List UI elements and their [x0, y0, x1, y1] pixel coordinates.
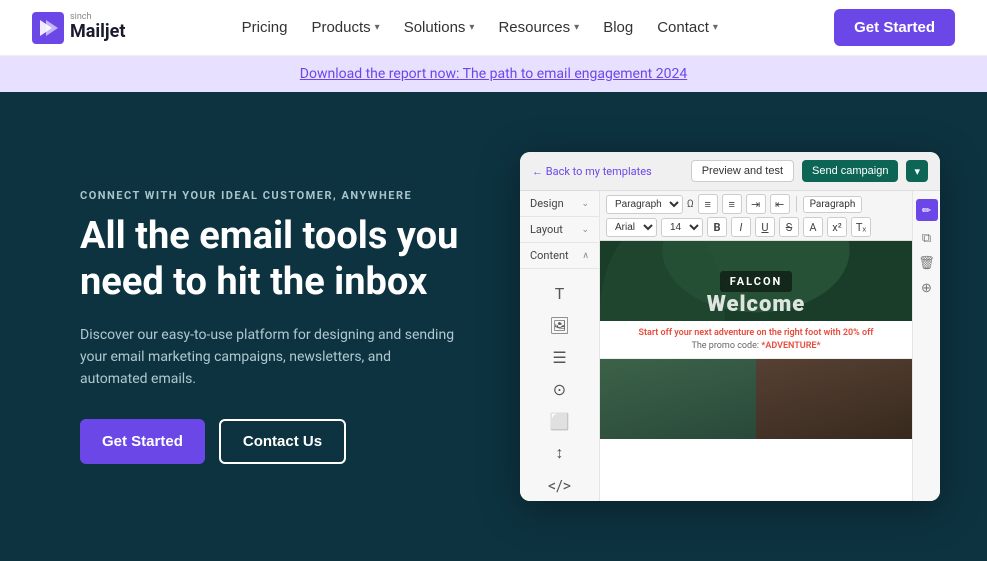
nav-products[interactable]: Products ▾: [311, 19, 379, 36]
topbar-actions: Preview and test Send campaign ▾: [691, 160, 928, 182]
preview-test-button[interactable]: Preview and test: [691, 160, 794, 182]
back-to-templates-link[interactable]: ← Back to my templates: [532, 165, 652, 178]
sidebar-tool-icons: T 🖼 ☰ ⊙ ⬜ ↕ </>: [520, 269, 599, 501]
hero-title: All the email tools you need to hit the …: [80, 214, 460, 305]
solutions-chevron-icon: ▾: [469, 22, 474, 33]
nav-get-started-button[interactable]: Get Started: [834, 9, 955, 46]
editor-body: Design ⌄ Layout ⌄ Content ∧ T 🖼 ☰: [520, 191, 940, 501]
resize-icon[interactable]: ↕: [544, 437, 576, 469]
editor-preview: ← Back to my templates Preview and test …: [520, 152, 940, 501]
logo-mailjet: Mailjet: [70, 22, 125, 42]
image-tool-icon[interactable]: ⬜: [544, 405, 576, 437]
toolbar-row1: Paragraph Ω ≡ ≡ ⇥ ⇤ Paragraph: [606, 194, 906, 214]
hero-content: Connect with your ideal customer, anywhe…: [80, 189, 460, 463]
paragraph-select-1[interactable]: Paragraph: [606, 195, 683, 214]
image-placeholder-icon[interactable]: 🖼: [544, 309, 576, 341]
subscript-button[interactable]: Tₓ: [851, 217, 871, 237]
canvas-content: FALCON Welcome Start off your next adven…: [600, 241, 912, 439]
logo-text-group: sinch Mailjet: [70, 13, 125, 42]
superscript-button[interactable]: x²: [827, 217, 847, 237]
nav-contact[interactable]: Contact ▾: [657, 19, 718, 36]
sidebar-layout[interactable]: Layout ⌄: [520, 217, 599, 243]
mailjet-logo-icon: [32, 12, 64, 44]
products-chevron-icon: ▾: [375, 22, 380, 33]
font-size-select[interactable]: 14: [661, 218, 703, 237]
sidebar-design[interactable]: Design ⌄: [520, 191, 599, 217]
hero-get-started-button[interactable]: Get Started: [80, 419, 205, 464]
logo[interactable]: sinch Mailjet: [32, 12, 125, 44]
underline-button[interactable]: U: [755, 217, 775, 237]
canvas-promo-text: Start off your next adventure on the rig…: [600, 321, 912, 359]
bold-button[interactable]: B: [707, 217, 727, 237]
video-icon[interactable]: ⊙: [544, 373, 576, 405]
format-icon: Ω: [687, 199, 694, 210]
banner-link[interactable]: Download the report now: The path to ema…: [300, 66, 687, 82]
welcome-heading: Welcome: [707, 292, 806, 317]
navbar: sinch Mailjet Pricing Products ▾ Solutio…: [0, 0, 987, 56]
announcement-banner: Download the report now: The path to ema…: [0, 56, 987, 92]
hero-description: Discover our easy-to-use platform for de…: [80, 324, 460, 391]
editor-canvas: Paragraph Ω ≡ ≡ ⇥ ⇤ Paragraph: [600, 191, 912, 501]
canvas-thumb-1: [600, 359, 756, 439]
sidebar-content[interactable]: Content ∧: [520, 243, 599, 269]
editor-right-strip: ✏ ⧉ 🗑 ⊕: [912, 191, 940, 501]
outdent-button[interactable]: ⇤: [770, 194, 790, 214]
indent-button[interactable]: ⇥: [746, 194, 766, 214]
nav-solutions[interactable]: Solutions ▾: [404, 19, 475, 36]
hero-eyebrow: Connect with your ideal customer, anywhe…: [80, 189, 460, 202]
send-campaign-button[interactable]: Send campaign: [802, 160, 898, 182]
delete-icon[interactable]: 🗑: [918, 256, 935, 271]
layout-block-icon[interactable]: ☰: [544, 341, 576, 373]
editor-topbar: ← Back to my templates Preview and test …: [520, 152, 940, 191]
edit-button[interactable]: ✏: [916, 199, 938, 221]
italic-button[interactable]: I: [731, 217, 751, 237]
promo-code: *ADVENTURE*: [761, 341, 820, 351]
code-icon[interactable]: </>: [544, 469, 576, 501]
canvas-thumb-2: [756, 359, 912, 439]
text-color-button[interactable]: A: [803, 217, 823, 237]
paragraph-label-2[interactable]: Paragraph: [803, 196, 863, 213]
ordered-list-button[interactable]: ≡: [698, 194, 718, 214]
design-chevron-icon: ⌄: [581, 199, 589, 209]
font-select[interactable]: Arial: [606, 218, 657, 237]
hero-contact-us-button[interactable]: Contact Us: [219, 419, 346, 464]
resources-chevron-icon: ▾: [574, 22, 579, 33]
contact-chevron-icon: ▾: [713, 22, 718, 33]
unordered-list-button[interactable]: ≡: [722, 194, 742, 214]
more-options-button[interactable]: ▾: [906, 160, 928, 182]
toolbar-divider-1: [796, 196, 797, 212]
copy-icon[interactable]: ⧉: [922, 231, 931, 246]
nav-resources[interactable]: Resources ▾: [498, 19, 579, 36]
canvas-toolbar: Paragraph Ω ≡ ≡ ⇥ ⇤ Paragraph: [600, 191, 912, 241]
canvas-hero-image: FALCON Welcome: [600, 241, 912, 321]
layout-chevron-icon: ⌄: [581, 225, 589, 235]
content-chevron-icon: ∧: [582, 251, 589, 261]
hero-buttons: Get Started Contact Us: [80, 419, 460, 464]
text-tool-icon[interactable]: T: [544, 277, 576, 309]
hero-section: Connect with your ideal customer, anywhe…: [0, 92, 987, 561]
brand-badge: FALCON: [720, 271, 793, 292]
strikethrough-button[interactable]: S: [779, 217, 799, 237]
nav-blog[interactable]: Blog: [603, 19, 633, 36]
toolbar-row2: Arial 14 B I U S A x² Tₓ: [606, 217, 906, 237]
editor-sidebar: Design ⌄ Layout ⌄ Content ∧ T 🖼 ☰: [520, 191, 600, 501]
canvas-bottom-images: [600, 359, 912, 439]
editor-window: ← Back to my templates Preview and test …: [520, 152, 940, 501]
add-icon[interactable]: ⊕: [921, 281, 932, 296]
nav-links: Pricing Products ▾ Solutions ▾ Resources…: [242, 19, 718, 36]
nav-pricing[interactable]: Pricing: [242, 19, 288, 36]
